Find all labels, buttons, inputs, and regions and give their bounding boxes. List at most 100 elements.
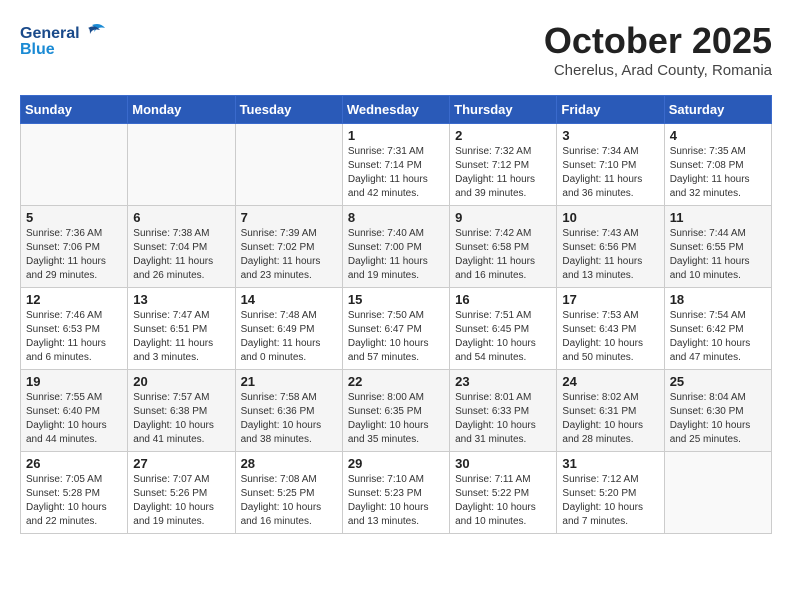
day-info: Sunrise: 8:02 AM Sunset: 6:31 PM Dayligh… <box>562 391 658 447</box>
week-row-5: 26Sunrise: 7:05 AM Sunset: 5:28 PM Dayli… <box>21 452 772 534</box>
day-cell: 6 Sunrise: 7:38 AM Sunset: 7:04 PM Daylig… <box>128 206 235 288</box>
day-info: Sunrise: 7:53 AM Sunset: 6:43 PM Dayligh… <box>562 309 658 365</box>
day-cell: 18Sunrise: 7:54 AM Sunset: 6:42 PM Dayli… <box>664 288 771 370</box>
weekday-header-sunday: Sunday <box>21 96 128 124</box>
svg-text:Blue: Blue <box>20 41 55 58</box>
weekday-header-monday: Monday <box>128 96 235 124</box>
day-number: 17 <box>562 292 658 307</box>
day-number: 22 <box>348 374 444 389</box>
day-cell <box>21 124 128 206</box>
day-info: Sunrise: 7:34 AM Sunset: 7:10 PM Dayligh… <box>562 145 658 201</box>
day-number: 29 <box>348 456 444 471</box>
day-cell: 29 Sunrise: 7:10 AM Sunset: 5:23 PM Dayli… <box>342 452 449 534</box>
week-row-1: 1Sunrise: 7:31 AM Sunset: 7:14 PM Daylig… <box>21 124 772 206</box>
day-cell: 9 Sunrise: 7:42 AM Sunset: 6:58 PM Daylig… <box>450 206 557 288</box>
day-cell: 16 Sunrise: 7:51 AM Sunset: 6:45 PM Dayli… <box>450 288 557 370</box>
day-number: 23 <box>455 374 551 389</box>
day-cell: 22Sunrise: 8:00 AM Sunset: 6:35 PM Dayli… <box>342 370 449 452</box>
weekday-header-thursday: Thursday <box>450 96 557 124</box>
day-cell: 20 Sunrise: 7:57 AM Sunset: 6:38 PM Dayli… <box>128 370 235 452</box>
page-header: General Blue October 2025 Cherelus, Arad… <box>20 20 772 79</box>
day-cell: 30Sunrise: 7:11 AM Sunset: 5:22 PM Dayli… <box>450 452 557 534</box>
day-cell: 27 Sunrise: 7:07 AM Sunset: 5:26 PM Dayli… <box>128 452 235 534</box>
day-cell: 3Sunrise: 7:34 AM Sunset: 7:10 PM Daylig… <box>557 124 664 206</box>
day-number: 8 <box>348 210 444 225</box>
day-cell: 4Sunrise: 7:35 AM Sunset: 7:08 PM Daylig… <box>664 124 771 206</box>
day-info: Sunrise: 7:31 AM Sunset: 7:14 PM Dayligh… <box>348 145 444 201</box>
day-cell: 19Sunrise: 7:55 AM Sunset: 6:40 PM Dayli… <box>21 370 128 452</box>
weekday-header-wednesday: Wednesday <box>342 96 449 124</box>
day-number: 9 <box>455 210 551 225</box>
day-number: 6 <box>133 210 229 225</box>
day-info: Sunrise: 7:39 AM Sunset: 7:02 PM Dayligh… <box>241 227 337 283</box>
day-info: Sunrise: 7:46 AM Sunset: 6:53 PM Dayligh… <box>26 309 122 365</box>
day-cell: 1Sunrise: 7:31 AM Sunset: 7:14 PM Daylig… <box>342 124 449 206</box>
day-info: Sunrise: 7:11 AM Sunset: 5:22 PM Dayligh… <box>455 473 551 529</box>
day-number: 14 <box>241 292 337 307</box>
day-number: 24 <box>562 374 658 389</box>
day-info: Sunrise: 7:07 AM Sunset: 5:26 PM Dayligh… <box>133 473 229 529</box>
day-number: 13 <box>133 292 229 307</box>
weekday-header-friday: Friday <box>557 96 664 124</box>
day-cell: 25 Sunrise: 8:04 AM Sunset: 6:30 PM Dayli… <box>664 370 771 452</box>
day-number: 5 <box>26 210 122 225</box>
svg-text:General: General <box>20 25 80 42</box>
calendar-table: SundayMondayTuesdayWednesdayThursdayFrid… <box>20 95 772 534</box>
day-info: Sunrise: 7:48 AM Sunset: 6:49 PM Dayligh… <box>241 309 337 365</box>
day-number: 2 <box>455 128 551 143</box>
day-cell <box>128 124 235 206</box>
day-cell: 8Sunrise: 7:40 AM Sunset: 7:00 PM Daylig… <box>342 206 449 288</box>
day-info: Sunrise: 8:04 AM Sunset: 6:30 PM Dayligh… <box>670 391 766 447</box>
weekday-header-saturday: Saturday <box>664 96 771 124</box>
day-cell: 24 Sunrise: 8:02 AM Sunset: 6:31 PM Dayli… <box>557 370 664 452</box>
day-cell: 10 Sunrise: 7:43 AM Sunset: 6:56 PM Dayli… <box>557 206 664 288</box>
day-info: Sunrise: 7:58 AM Sunset: 6:36 PM Dayligh… <box>241 391 337 447</box>
logo-svg: General Blue <box>20 20 110 65</box>
day-cell: 28Sunrise: 7:08 AM Sunset: 5:25 PM Dayli… <box>235 452 342 534</box>
day-cell <box>235 124 342 206</box>
day-number: 11 <box>670 210 766 225</box>
day-info: Sunrise: 7:51 AM Sunset: 6:45 PM Dayligh… <box>455 309 551 365</box>
day-number: 27 <box>133 456 229 471</box>
day-info: Sunrise: 7:32 AM Sunset: 7:12 PM Dayligh… <box>455 145 551 201</box>
day-cell: 13 Sunrise: 7:47 AM Sunset: 6:51 PM Dayli… <box>128 288 235 370</box>
day-info: Sunrise: 7:50 AM Sunset: 6:47 PM Dayligh… <box>348 309 444 365</box>
day-cell: 23 Sunrise: 8:01 AM Sunset: 6:33 PM Dayli… <box>450 370 557 452</box>
day-number: 12 <box>26 292 122 307</box>
day-cell: 2 Sunrise: 7:32 AM Sunset: 7:12 PM Daylig… <box>450 124 557 206</box>
week-row-3: 12 Sunrise: 7:46 AM Sunset: 6:53 PM Dayli… <box>21 288 772 370</box>
day-info: Sunrise: 7:10 AM Sunset: 5:23 PM Dayligh… <box>348 473 444 529</box>
day-number: 7 <box>241 210 337 225</box>
day-info: Sunrise: 8:01 AM Sunset: 6:33 PM Dayligh… <box>455 391 551 447</box>
day-number: 4 <box>670 128 766 143</box>
day-number: 20 <box>133 374 229 389</box>
day-number: 19 <box>26 374 122 389</box>
location: Cherelus, Arad County, Romania <box>544 62 772 79</box>
day-number: 16 <box>455 292 551 307</box>
day-number: 18 <box>670 292 766 307</box>
day-info: Sunrise: 7:12 AM Sunset: 5:20 PM Dayligh… <box>562 473 658 529</box>
day-cell: 21Sunrise: 7:58 AM Sunset: 6:36 PM Dayli… <box>235 370 342 452</box>
day-cell: 15 Sunrise: 7:50 AM Sunset: 6:47 PM Dayli… <box>342 288 449 370</box>
day-info: Sunrise: 7:36 AM Sunset: 7:06 PM Dayligh… <box>26 227 122 283</box>
day-cell: 26Sunrise: 7:05 AM Sunset: 5:28 PM Dayli… <box>21 452 128 534</box>
day-info: Sunrise: 7:38 AM Sunset: 7:04 PM Dayligh… <box>133 227 229 283</box>
day-info: Sunrise: 7:44 AM Sunset: 6:55 PM Dayligh… <box>670 227 766 283</box>
month-title: October 2025 <box>544 20 772 62</box>
day-cell: 7 Sunrise: 7:39 AM Sunset: 7:02 PM Daylig… <box>235 206 342 288</box>
week-row-2: 5 Sunrise: 7:36 AM Sunset: 7:06 PM Daylig… <box>21 206 772 288</box>
weekday-header-tuesday: Tuesday <box>235 96 342 124</box>
day-info: Sunrise: 7:57 AM Sunset: 6:38 PM Dayligh… <box>133 391 229 447</box>
day-number: 15 <box>348 292 444 307</box>
day-number: 25 <box>670 374 766 389</box>
day-info: Sunrise: 7:08 AM Sunset: 5:25 PM Dayligh… <box>241 473 337 529</box>
logo: General Blue <box>20 20 110 65</box>
title-block: October 2025 Cherelus, Arad County, Roma… <box>544 20 772 79</box>
day-info: Sunrise: 7:47 AM Sunset: 6:51 PM Dayligh… <box>133 309 229 365</box>
day-cell: 11 Sunrise: 7:44 AM Sunset: 6:55 PM Dayli… <box>664 206 771 288</box>
day-number: 10 <box>562 210 658 225</box>
day-cell: 31Sunrise: 7:12 AM Sunset: 5:20 PM Dayli… <box>557 452 664 534</box>
day-info: Sunrise: 7:43 AM Sunset: 6:56 PM Dayligh… <box>562 227 658 283</box>
day-info: Sunrise: 7:42 AM Sunset: 6:58 PM Dayligh… <box>455 227 551 283</box>
day-cell <box>664 452 771 534</box>
